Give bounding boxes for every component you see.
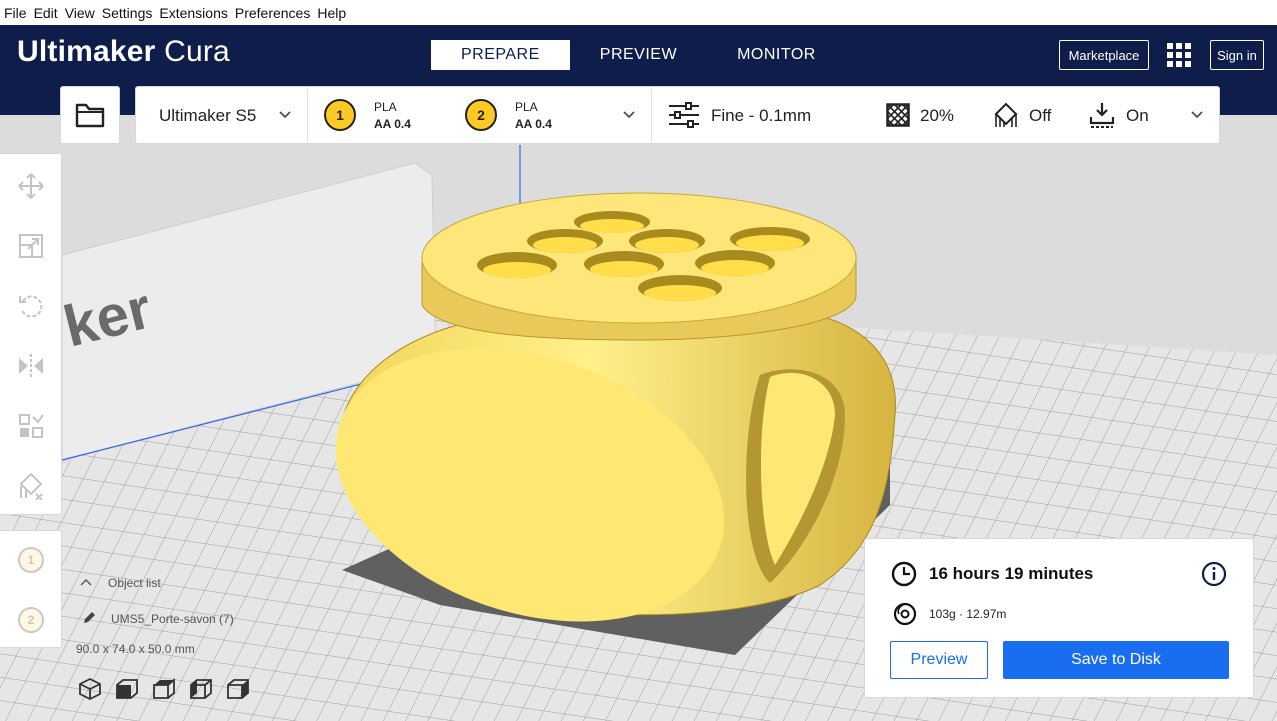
app-logo: Ultimaker Cura bbox=[17, 35, 230, 69]
logo-ultimaker: Ultimaker bbox=[17, 35, 156, 68]
sliders-icon bbox=[669, 102, 699, 128]
clock-icon bbox=[891, 561, 917, 587]
menu-help[interactable]: Help bbox=[317, 5, 346, 21]
mirror-tool-icon[interactable] bbox=[17, 352, 45, 380]
spool-icon bbox=[893, 602, 917, 626]
move-tool-icon[interactable] bbox=[17, 172, 45, 200]
extruder-selector-panel: 1 2 bbox=[0, 530, 62, 648]
save-to-disk-button[interactable]: Save to Disk bbox=[1003, 641, 1229, 679]
pencil-icon bbox=[84, 612, 95, 623]
extruder-2-icon: 2 bbox=[465, 99, 497, 131]
menu-view[interactable]: View bbox=[65, 5, 95, 21]
right-view-icon[interactable] bbox=[226, 677, 250, 701]
extruder-2-material: PLA bbox=[515, 100, 538, 114]
front-view-icon[interactable] bbox=[115, 677, 139, 701]
print-info-panel: 16 hours 19 minutes 103g · 12.97m Previe… bbox=[864, 538, 1254, 698]
extruder-2-info[interactable]: PLA AA 0.4 bbox=[515, 99, 552, 133]
3d-view-icon[interactable] bbox=[78, 677, 102, 701]
adhesion-icon bbox=[1089, 103, 1115, 128]
rotate-tool-icon[interactable] bbox=[17, 292, 45, 320]
printer-selector[interactable]: Ultimaker S5 bbox=[159, 106, 256, 126]
divider bbox=[307, 87, 308, 143]
extruder-1-select[interactable]: 1 bbox=[18, 547, 44, 573]
menu-edit[interactable]: Edit bbox=[34, 5, 58, 21]
chevron-up-icon[interactable] bbox=[80, 577, 92, 587]
stage-tabs: PREPARE PREVIEW MONITOR bbox=[431, 40, 846, 70]
scale-tool-icon[interactable] bbox=[17, 232, 45, 260]
support-value[interactable]: Off bbox=[1029, 106, 1051, 126]
object-name[interactable]: UMS5_Porte-savon (7) bbox=[111, 612, 234, 626]
sign-in-button[interactable]: Sign in bbox=[1210, 40, 1264, 70]
chevron-down-icon[interactable] bbox=[1191, 108, 1203, 120]
infill-icon bbox=[886, 103, 910, 127]
printer-settings-bar: Ultimaker S5 1 PLA AA 0.4 2 PLA AA 0.4 F… bbox=[135, 86, 1220, 144]
adhesion-value[interactable]: On bbox=[1126, 106, 1149, 126]
menu-preferences[interactable]: Preferences bbox=[235, 5, 310, 21]
divider bbox=[651, 87, 652, 143]
left-view-icon[interactable] bbox=[189, 677, 213, 701]
menu-bar: File Edit View Settings Extensions Prefe… bbox=[0, 0, 1277, 25]
material-usage: 103g · 12.97m bbox=[929, 607, 1007, 621]
extruder-1-info[interactable]: PLA AA 0.4 bbox=[374, 99, 411, 133]
tool-panel bbox=[0, 153, 62, 515]
folder-icon bbox=[75, 103, 105, 128]
extruder-2-nozzle: AA 0.4 bbox=[515, 117, 552, 131]
open-file-button[interactable] bbox=[60, 86, 120, 144]
support-icon bbox=[994, 102, 1018, 127]
preview-button[interactable]: Preview bbox=[890, 641, 988, 679]
object-list-toggle[interactable]: Object list bbox=[108, 576, 161, 590]
menu-file[interactable]: File bbox=[4, 5, 27, 21]
tab-monitor[interactable]: MONITOR bbox=[707, 40, 846, 70]
object-dimensions: 90.0 x 74.0 x 50.0 mm bbox=[76, 642, 195, 656]
chevron-down-icon[interactable] bbox=[279, 108, 291, 120]
info-icon[interactable] bbox=[1201, 561, 1227, 587]
camera-view-buttons bbox=[78, 677, 250, 701]
infill-value[interactable]: 20% bbox=[920, 106, 954, 126]
extruder-1-material: PLA bbox=[374, 100, 397, 114]
tab-prepare[interactable]: PREPARE bbox=[431, 40, 570, 70]
menu-extensions[interactable]: Extensions bbox=[159, 5, 227, 21]
tab-preview[interactable]: PREVIEW bbox=[570, 40, 707, 70]
marketplace-button[interactable]: Marketplace bbox=[1059, 40, 1149, 70]
apps-grid-icon[interactable] bbox=[1167, 43, 1191, 67]
chevron-down-icon[interactable] bbox=[623, 108, 635, 120]
extruder-2-select[interactable]: 2 bbox=[18, 607, 44, 633]
support-blocker-icon[interactable] bbox=[17, 472, 45, 500]
print-time: 16 hours 19 minutes bbox=[929, 564, 1094, 583]
print-profile[interactable]: Fine - 0.1mm bbox=[711, 106, 811, 126]
per-model-settings-icon[interactable] bbox=[17, 412, 45, 440]
extruder-1-nozzle: AA 0.4 bbox=[374, 117, 411, 131]
logo-cura: Cura bbox=[164, 35, 230, 68]
top-view-icon[interactable] bbox=[152, 677, 176, 701]
extruder-1-icon: 1 bbox=[324, 99, 356, 131]
menu-settings[interactable]: Settings bbox=[102, 5, 153, 21]
